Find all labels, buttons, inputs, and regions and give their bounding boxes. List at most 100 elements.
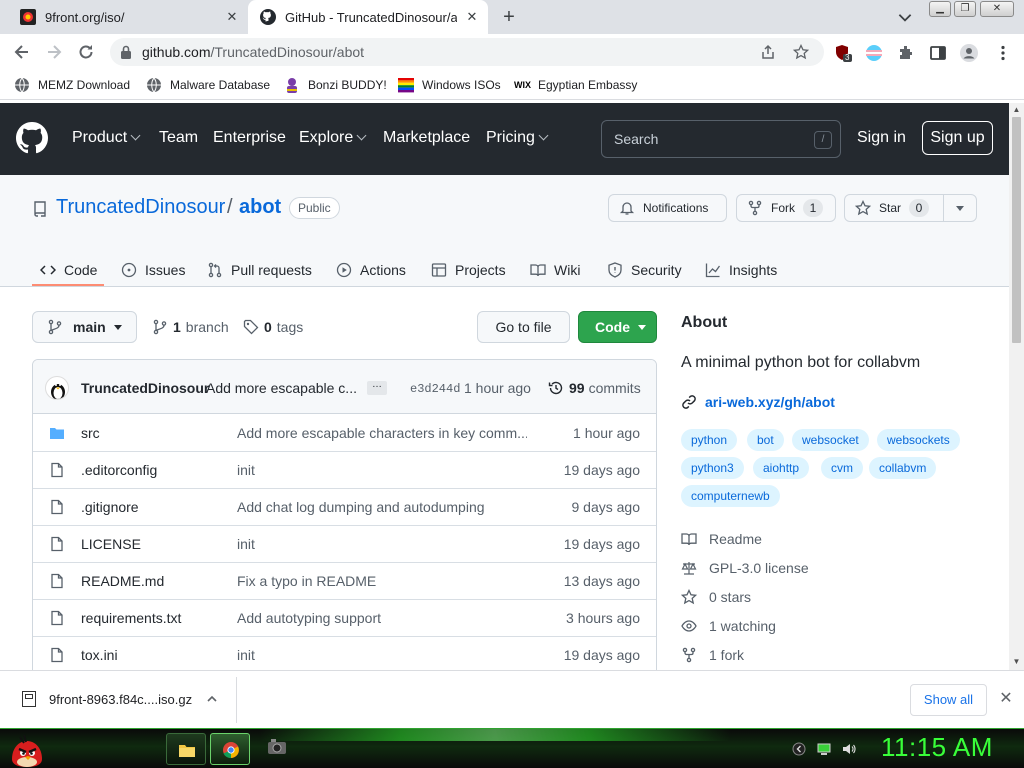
expand-commit-button[interactable]: … [367, 380, 387, 395]
file-row[interactable]: tox.ini init 19 days ago [33, 637, 656, 670]
share-icon[interactable] [760, 44, 776, 60]
tags-link[interactable]: 0 tags [243, 319, 303, 335]
scrollbar-thumb[interactable] [1012, 117, 1021, 343]
taskbar-file-explorer[interactable] [166, 733, 206, 765]
browser-tab-9front[interactable]: 9front.org/iso/ ✕ [8, 0, 248, 34]
topic-tag[interactable]: collabvm [869, 457, 937, 479]
star-button[interactable]: Star 0 [844, 194, 944, 222]
website-link[interactable]: ari-web.xyz/gh/abot [681, 394, 835, 410]
network-monitor-icon[interactable] [817, 742, 831, 756]
file-name-link[interactable]: README.md [81, 573, 164, 589]
file-name-link[interactable]: .gitignore [81, 499, 139, 515]
search-input[interactable]: Search / [601, 120, 841, 158]
file-commit-message-link[interactable]: Add autotyping support [237, 610, 527, 626]
close-tab-icon[interactable]: ✕ [464, 9, 480, 25]
topic-tag[interactable]: websockets [877, 429, 960, 451]
forward-arrow-icon[interactable] [44, 42, 64, 62]
close-shelf-icon[interactable]: ✕ [998, 691, 1014, 707]
file-commit-message-link[interactable]: Add more escapable characters in key com… [237, 425, 527, 441]
ublock-extension-icon[interactable]: 3 [834, 44, 852, 62]
tab-code[interactable]: Code [40, 254, 97, 286]
close-tab-icon[interactable]: ✕ [224, 9, 240, 25]
topic-tag[interactable]: websocket [792, 429, 869, 451]
topic-tag[interactable]: computernewb [681, 485, 780, 507]
file-row[interactable]: README.md Fix a typo in README 13 days a… [33, 563, 656, 600]
trans-flag-extension-icon[interactable] [865, 44, 883, 62]
repo-owner-link[interactable]: TruncatedDinosour [56, 196, 225, 219]
show-all-downloads-button[interactable]: Show all [910, 684, 987, 716]
topic-tag[interactable]: cvm [821, 457, 863, 479]
close-window-button[interactable]: ✕ [980, 1, 1014, 17]
file-commit-message-link[interactable]: init [237, 647, 527, 663]
scroll-up-arrow-icon[interactable]: ▲ [1012, 105, 1021, 114]
file-row[interactable]: .editorconfig init 19 days ago [33, 452, 656, 489]
tab-projects[interactable]: Projects [431, 254, 506, 286]
file-row[interactable]: .gitignore Add chat log dumping and auto… [33, 489, 656, 526]
github-logo-icon[interactable] [16, 122, 48, 154]
bookmark-egyptian-embassy[interactable]: WIX Egyptian Embassy [514, 76, 637, 94]
file-commit-message-link[interactable]: init [237, 462, 527, 478]
nav-marketplace[interactable]: Marketplace [383, 129, 470, 147]
angry-bird-start-icon[interactable] [6, 729, 48, 768]
bookmark-star-icon[interactable] [793, 44, 809, 60]
readme-link[interactable]: Readme [681, 531, 762, 547]
camera-icon[interactable] [266, 735, 288, 757]
tray-chevron-icon[interactable] [792, 742, 806, 756]
file-name-link[interactable]: LICENSE [81, 536, 141, 552]
branch-selector-button[interactable]: main [32, 311, 137, 343]
nav-product[interactable]: Product [72, 129, 141, 147]
bookmark-memz-download[interactable]: MEMZ Download [14, 76, 130, 94]
taskbar-chrome[interactable] [210, 733, 250, 765]
new-tab-button[interactable]: + [498, 7, 520, 29]
repo-name-link[interactable]: abot [239, 196, 281, 219]
chevron-up-icon[interactable] [206, 693, 218, 705]
forks-link[interactable]: 1 fork [681, 647, 744, 663]
tab-issues[interactable]: Issues [121, 254, 185, 286]
file-name-link[interactable]: requirements.txt [81, 610, 181, 626]
topic-tag[interactable]: python [681, 429, 738, 451]
commits-history-link[interactable]: 99 commits [548, 380, 641, 396]
file-name-link[interactable]: .editorconfig [81, 462, 157, 478]
topic-tag[interactable]: bot [747, 429, 784, 451]
side-panel-icon[interactable] [929, 44, 947, 62]
reload-icon[interactable] [76, 42, 96, 62]
nav-explore[interactable]: Explore [299, 129, 367, 147]
go-to-file-button[interactable]: Go to file [477, 311, 570, 343]
file-name-link[interactable]: src [81, 425, 100, 441]
commit-sha-link[interactable]: e3d244d [410, 382, 460, 396]
topic-tag[interactable]: python3 [681, 457, 744, 479]
minimize-window-button[interactable]: ▁ [929, 1, 951, 17]
avatar[interactable] [45, 376, 69, 400]
commit-author-link[interactable]: TruncatedDinosour [81, 380, 209, 396]
stars-link[interactable]: 0 stars [681, 589, 751, 605]
restore-window-button[interactable]: ❐ [954, 1, 976, 17]
lock-icon[interactable] [120, 45, 132, 59]
menu-kebab-icon[interactable] [994, 44, 1012, 62]
bookmark-bonzi-buddy[interactable]: Bonzi BUDDY! [284, 76, 387, 94]
file-name-link[interactable]: tox.ini [81, 647, 118, 663]
sign-in-link[interactable]: Sign in [857, 129, 906, 147]
branches-link[interactable]: 1 branch [152, 319, 229, 335]
back-arrow-icon[interactable] [12, 42, 32, 62]
file-row[interactable]: requirements.txt Add autotyping support … [33, 600, 656, 637]
tab-security[interactable]: Security [607, 254, 682, 286]
license-link[interactable]: GPL-3.0 license [681, 560, 809, 576]
star-list-dropdown[interactable] [943, 194, 977, 222]
bookmark-malware-database[interactable]: Malware Database [146, 76, 270, 94]
archive-file-icon[interactable] [22, 691, 36, 707]
code-dropdown-button[interactable]: Code [578, 311, 657, 343]
fork-button[interactable]: Fork 1 [736, 194, 836, 222]
topic-tag[interactable]: aiohttp [753, 457, 810, 479]
browser-tab-github[interactable]: GitHub - TruncatedDinosour/abot ✕ [248, 0, 488, 34]
download-filename[interactable]: 9front-8963.f84c....iso.gz [49, 692, 192, 707]
scroll-down-arrow-icon[interactable]: ▼ [1012, 657, 1021, 666]
commit-message-link[interactable]: Add more escapable c... [206, 380, 356, 396]
profile-avatar-icon[interactable] [960, 44, 978, 62]
bookmark-windows-isos[interactable]: Windows ISOs [398, 76, 501, 94]
watchers-link[interactable]: 1 watching [681, 618, 776, 634]
file-commit-message-link[interactable]: Add chat log dumping and autodumping [237, 499, 527, 515]
tab-wiki[interactable]: Wiki [530, 254, 580, 286]
nav-enterprise[interactable]: Enterprise [213, 129, 286, 147]
tab-search-chevron-icon[interactable] [896, 8, 914, 26]
sign-up-button[interactable]: Sign up [922, 121, 993, 155]
